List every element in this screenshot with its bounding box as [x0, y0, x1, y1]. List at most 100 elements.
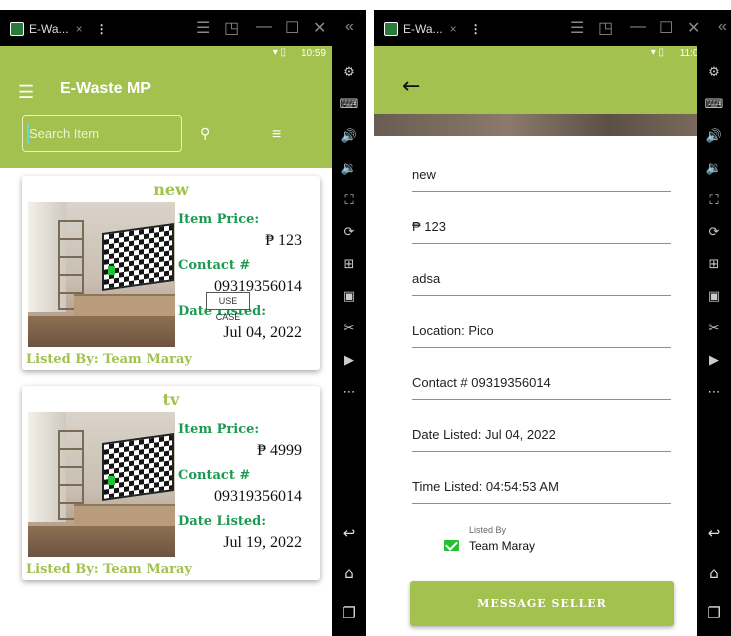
- item-price-label: Item Price:: [178, 212, 260, 227]
- item-image: [28, 412, 175, 557]
- back-arrow-icon[interactable]: ←: [402, 74, 420, 99]
- maximize-icon[interactable]: ☐: [285, 18, 299, 38]
- video-icon[interactable]: ▶: [704, 352, 724, 370]
- emulator-sidebar: ⚙ ⌨ 🔊 🔉 ⛶ ⟳ ⊞ ▣ ✂ ▶ ⋯ ↩ ⌂ ❐: [697, 46, 731, 636]
- item-title: new: [153, 180, 189, 199]
- tab-menu-icon[interactable]: ⋮: [470, 22, 482, 36]
- item-title: tv: [162, 390, 180, 409]
- minimize-icon[interactable]: —: [256, 18, 272, 36]
- time-listed-field: Time Listed: 04:54:53 AM: [412, 466, 671, 504]
- date-listed-value: Jul 04, 2022: [223, 324, 302, 341]
- fullscreen-icon[interactable]: ⛶: [704, 192, 724, 210]
- date-listed-field: Date Listed: Jul 04, 2022: [412, 414, 671, 452]
- sort-filter-icon[interactable]: ≡: [272, 126, 281, 144]
- search-input[interactable]: Search Item: [22, 115, 182, 152]
- tab-menu-icon[interactable]: ⋮: [96, 22, 108, 36]
- keyboard-icon[interactable]: ⌨: [339, 96, 359, 114]
- contact-label: Contact #: [178, 258, 251, 273]
- scissors-icon[interactable]: ✂: [339, 320, 359, 338]
- price-field: ₱ 123: [412, 206, 671, 244]
- menu-icon[interactable]: ☰: [570, 18, 584, 38]
- recents-icon[interactable]: ❐: [704, 604, 724, 622]
- tab-close-icon[interactable]: ×: [76, 22, 83, 36]
- rotate-icon[interactable]: ⟳: [704, 224, 724, 242]
- listed-by: Listed By: Team Maray: [26, 352, 192, 367]
- home-icon[interactable]: ⌂: [339, 564, 359, 582]
- more-icon[interactable]: ⋯: [339, 384, 359, 402]
- volume-down-icon[interactable]: 🔉: [339, 160, 359, 178]
- search-icon[interactable]: ⚲: [200, 126, 210, 142]
- listed-by-label: Listed By: [469, 525, 507, 535]
- contact-label: Contact #: [178, 468, 251, 483]
- contact-field: Contact # 09319356014: [412, 362, 671, 400]
- settings-icon[interactable]: ⚙: [704, 64, 724, 82]
- right-phone-screen: ▾ ▯ 11:03 ← new ₱ 123 adsa Location: Pic…: [374, 46, 710, 636]
- app-title: E-Waste MP: [60, 80, 151, 97]
- minimize-icon[interactable]: —: [630, 18, 646, 36]
- name-field: new: [412, 154, 671, 192]
- date-listed-label: Date Listed:: [178, 514, 267, 529]
- volume-up-icon[interactable]: 🔊: [704, 128, 724, 146]
- app-tab-icon: [384, 22, 398, 36]
- right-emulator-window: E-Wa... × ⋮ ☰ ◳ — ☐ ✕ « ▾ ▯ 11:03 ← new …: [374, 10, 731, 636]
- menu-icon[interactable]: ☰: [196, 18, 210, 38]
- hamburger-menu-icon[interactable]: ☰: [18, 82, 34, 103]
- app-bar: ☰ E-Waste MP Search Item ⚲ ≡: [0, 62, 332, 168]
- status-bar: ▾ ▯ 11:03: [374, 46, 710, 62]
- close-window-icon[interactable]: ✕: [687, 18, 700, 38]
- keyboard-icon[interactable]: ⌨: [704, 96, 724, 114]
- more-icon[interactable]: ⋯: [704, 384, 724, 402]
- item-card[interactable]: new Item Price: ₱ 123 Contact # 09319356…: [22, 176, 320, 370]
- item-card[interactable]: tv Item Price: ₱ 4999 Contact # 09319356…: [22, 386, 320, 580]
- scissors-icon[interactable]: ✂: [704, 320, 724, 338]
- volume-up-icon[interactable]: 🔊: [339, 128, 359, 146]
- item-banner-image: [374, 114, 710, 136]
- listed-by-name: Team Maray: [469, 539, 536, 553]
- item-price-label: Item Price:: [178, 422, 260, 437]
- recents-icon[interactable]: ❐: [339, 604, 359, 622]
- rotate-icon[interactable]: ⟳: [339, 224, 359, 242]
- listed-by: Listed By: Team Maray: [26, 562, 192, 577]
- add-icon[interactable]: ⊞: [704, 256, 724, 274]
- item-price-value: ₱ 4999: [257, 442, 302, 459]
- left-phone-screen: ▾ ▯ 10:59 ☰ E-Waste MP Search Item ⚲ ≡ n…: [0, 46, 332, 636]
- right-tab[interactable]: E-Wa... × ⋮: [384, 19, 482, 39]
- back-icon[interactable]: ↩: [339, 524, 359, 542]
- date-listed-value: Jul 19, 2022: [223, 534, 302, 551]
- collapse-sidebar-icon[interactable]: «: [345, 18, 354, 36]
- message-icon: [444, 540, 459, 551]
- tooltip: USE CASE: [206, 292, 250, 322]
- settings-icon[interactable]: ⚙: [339, 64, 359, 82]
- left-emulator-window: E-Wa... × ⋮ ☰ ◳ — ☐ ✕ « ▾ ▯ 10:59 ☰ E-Wa…: [0, 10, 366, 636]
- back-icon[interactable]: ↩: [704, 524, 724, 542]
- fullscreen-icon[interactable]: ⛶: [339, 192, 359, 210]
- apk-icon[interactable]: ▣: [339, 288, 359, 306]
- item-image: [28, 202, 175, 347]
- item-price-value: ₱ 123: [265, 232, 302, 249]
- contact-value: 09319356014: [214, 488, 302, 505]
- close-window-icon[interactable]: ✕: [313, 18, 326, 38]
- app-tab-icon: [10, 22, 24, 36]
- left-tab[interactable]: E-Wa... × ⋮: [10, 19, 108, 39]
- left-titlebar: E-Wa... × ⋮ ☰ ◳ — ☐ ✕ «: [0, 10, 366, 46]
- restore-icon[interactable]: ◳: [224, 18, 239, 38]
- volume-down-icon[interactable]: 🔉: [704, 160, 724, 178]
- collapse-sidebar-icon[interactable]: «: [718, 18, 727, 36]
- apk-icon[interactable]: ▣: [704, 288, 724, 306]
- tab-label: E-Wa...: [29, 22, 69, 36]
- tab-close-icon[interactable]: ×: [450, 22, 457, 36]
- add-icon[interactable]: ⊞: [339, 256, 359, 274]
- right-titlebar: E-Wa... × ⋮ ☰ ◳ — ☐ ✕ «: [374, 10, 731, 46]
- status-time: 10:59: [300, 48, 326, 59]
- restore-icon[interactable]: ◳: [598, 18, 613, 38]
- video-icon[interactable]: ▶: [339, 352, 359, 370]
- wifi-battery-icon: ▾ ▯: [272, 47, 286, 58]
- maximize-icon[interactable]: ☐: [659, 18, 673, 38]
- emulator-sidebar: ⚙ ⌨ 🔊 🔉 ⛶ ⟳ ⊞ ▣ ✂ ▶ ⋯ ↩ ⌂ ❐: [332, 46, 366, 636]
- home-icon[interactable]: ⌂: [704, 564, 724, 582]
- wifi-battery-icon: ▾ ▯: [650, 47, 664, 58]
- description-field: adsa: [412, 258, 671, 296]
- location-field: Location: Pico: [412, 310, 671, 348]
- message-seller-button[interactable]: MESSAGE SELLER: [410, 581, 674, 626]
- tab-label: E-Wa...: [403, 22, 443, 36]
